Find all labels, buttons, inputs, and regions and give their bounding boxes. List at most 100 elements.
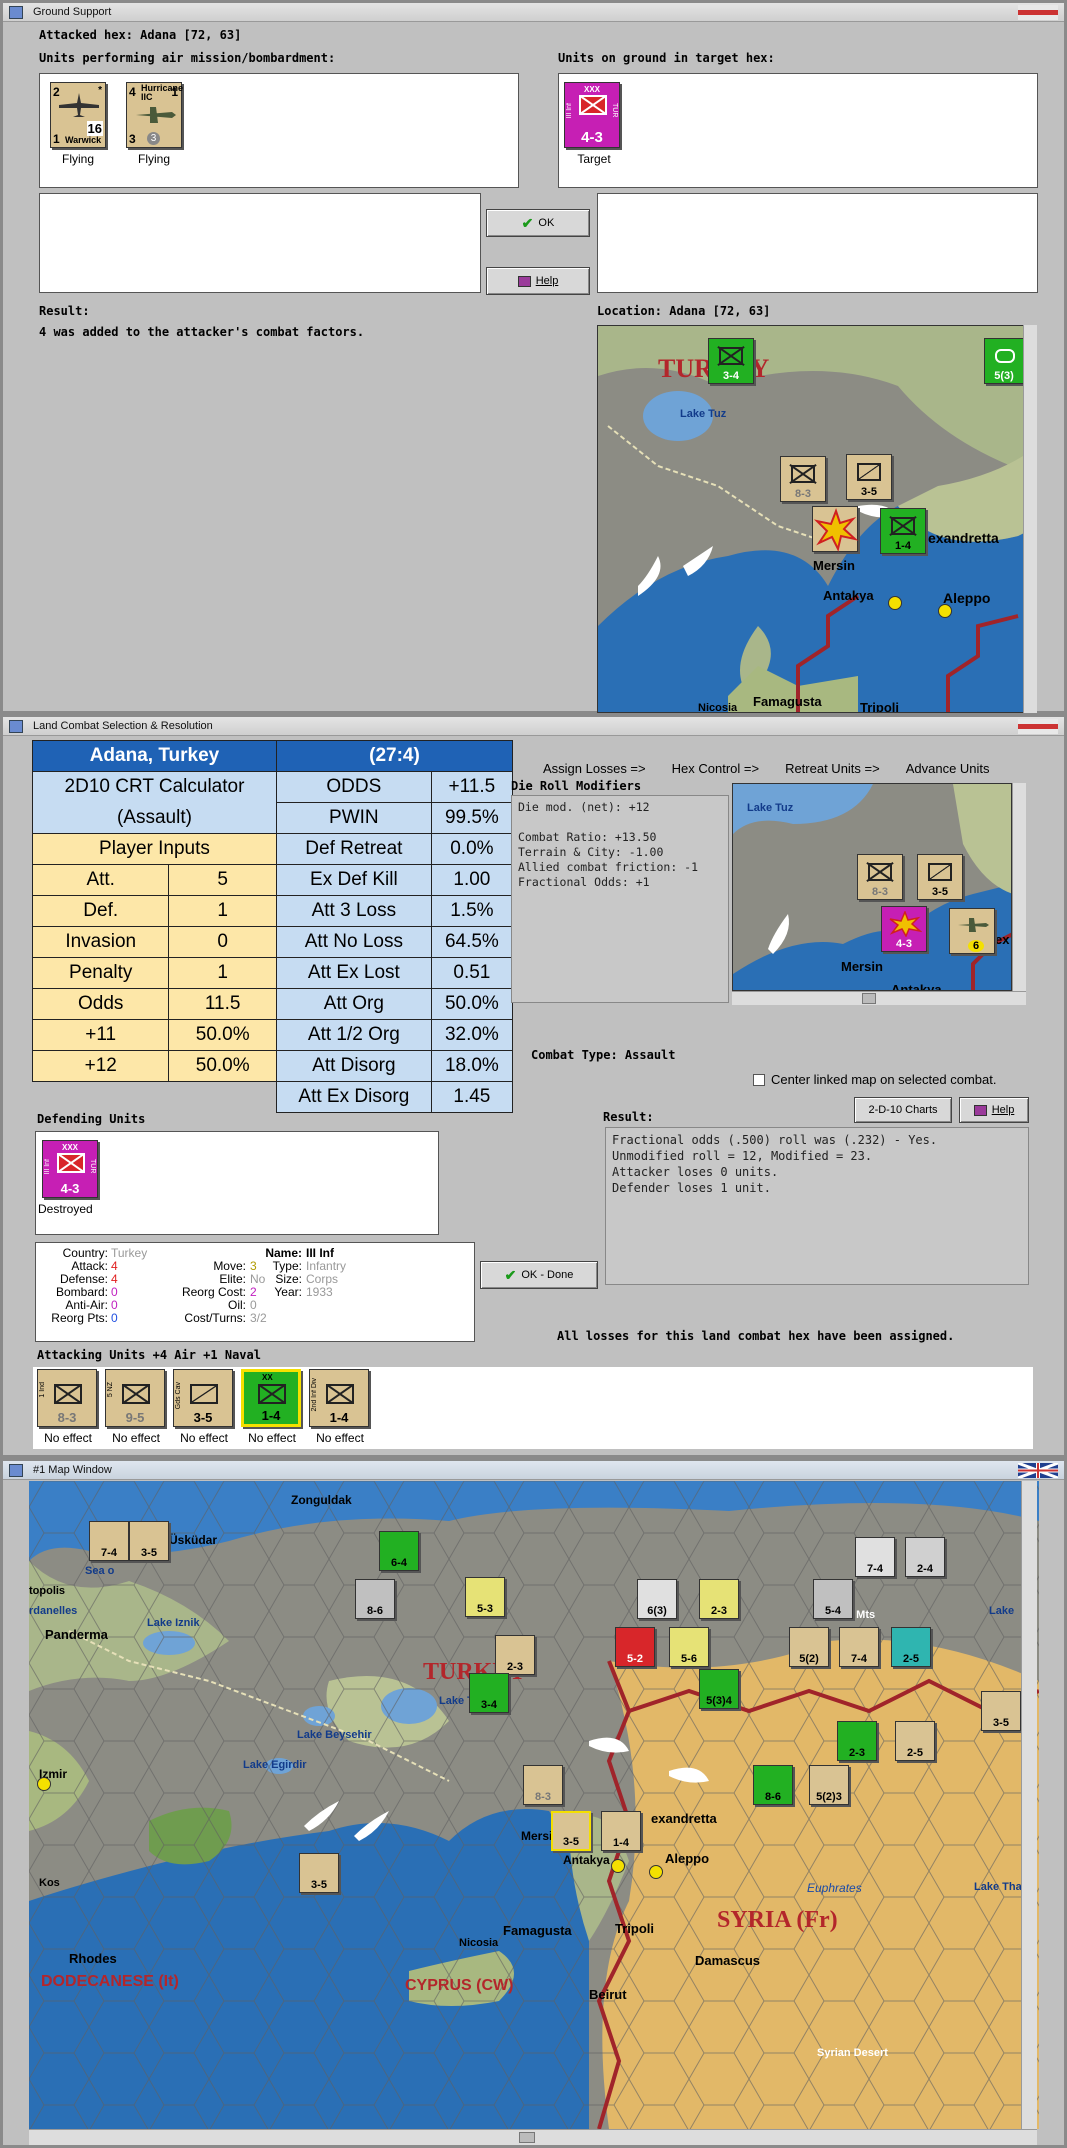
- infantry-icon: [326, 1384, 354, 1404]
- air-notes-panel: [39, 193, 481, 293]
- map-window-titlebar[interactable]: #1 Map Window: [3, 1461, 1064, 1480]
- map-unit-counter[interactable]: 2-5: [891, 1627, 931, 1667]
- land-combat-titlebar[interactable]: Land Combat Selection & Resolution: [3, 717, 1064, 736]
- map-unit-counter[interactable]: 2-5: [895, 1721, 935, 1761]
- combat-linked-map[interactable]: Lake Tuz Mersin Antakya ex 8-3 3-5 4-3 6: [732, 783, 1012, 991]
- map-unit-counter[interactable]: 2-4: [905, 1537, 945, 1577]
- map-unit-counter[interactable]: [812, 506, 859, 552]
- ok-button[interactable]: ✔ OK: [486, 209, 590, 237]
- attacker-unit-counter[interactable]: 2nd Inf Div 1-4: [309, 1369, 369, 1427]
- map-unit-counter[interactable]: 1-4: [601, 1811, 641, 1851]
- unit-strength: 6-4: [391, 1557, 407, 1569]
- unit-strength: 2-5: [907, 1747, 923, 1759]
- unit-strength: 4-3: [60, 1181, 80, 1196]
- result-label: Result:: [603, 1110, 654, 1124]
- phase-step[interactable]: Hex Control =>: [672, 761, 759, 776]
- map-unit-counter[interactable]: 3-5: [299, 1853, 339, 1893]
- crt-calculator: Adana, Turkey (27:4) 2D10 CRT Calculator…: [31, 740, 514, 1113]
- map-lake-label: Lake Tuz: [747, 802, 794, 814]
- map-unit-counter[interactable]: 5-6: [669, 1627, 709, 1667]
- map-unit-counter[interactable]: 2-3: [837, 1721, 877, 1761]
- map-unit-counter[interactable]: 3-5: [981, 1691, 1021, 1731]
- combat-explosion-icon: [813, 508, 859, 552]
- calc-input-value[interactable]: 5: [168, 864, 277, 896]
- help-button[interactable]: Help: [959, 1097, 1029, 1123]
- map-unit-counter[interactable]: 5(2): [789, 1627, 829, 1667]
- help-label: Help: [535, 275, 559, 287]
- map-unit-counter[interactable]: 8-3: [523, 1765, 563, 1805]
- map-vertical-scrollbar[interactable]: [1021, 1481, 1037, 2129]
- map-city-label: exandretta: [651, 1811, 717, 1826]
- attacker-unit-counter[interactable]: 5 NZ 9-5: [105, 1369, 165, 1427]
- map-unit-counter[interactable]: 5(3): [984, 338, 1024, 384]
- map-unit-counter[interactable]: 6-4: [379, 1531, 419, 1571]
- center-map-checkbox[interactable]: Center linked map on selected combat.: [753, 1072, 996, 1087]
- checkbox-box[interactable]: [753, 1073, 765, 1086]
- map-unit-counter[interactable]: 6(3): [637, 1579, 677, 1619]
- help-button[interactable]: Help: [486, 267, 590, 295]
- map-unit-counter[interactable]: 6: [949, 908, 995, 954]
- map-unit-counter[interactable]: 5(2)3: [809, 1765, 849, 1805]
- infantry-icon: [122, 1384, 150, 1404]
- charts-button[interactable]: 2-D-10 Charts: [854, 1097, 952, 1123]
- scrollbar-thumb[interactable]: [519, 2132, 535, 2143]
- map-unit-counter[interactable]: 7-4: [839, 1627, 879, 1667]
- map-unit-counter[interactable]: 5(3)4: [699, 1669, 739, 1709]
- unit-strength: 5-3: [477, 1603, 493, 1615]
- map-unit-counter[interactable]: 8-3: [780, 456, 826, 502]
- check-icon: ✔: [504, 1266, 517, 1283]
- phase-step[interactable]: Advance Units: [906, 761, 990, 776]
- air-unit-counter[interactable]: 2 * 16 1 Warwick: [50, 82, 106, 148]
- flag-icon: [1018, 5, 1058, 20]
- map-unit-counter[interactable]: 8-6: [753, 1765, 793, 1805]
- map-unit-counter[interactable]: 3-5: [917, 854, 963, 900]
- target-unit-counter[interactable]: XXX III Inf TUR 4-3: [564, 82, 620, 148]
- attacker-unit-counter[interactable]: 1 Ind 8-3: [37, 1369, 97, 1427]
- calc-result-label: Att Disorg: [275, 1050, 432, 1082]
- map-lake-label: Lake Egirdir: [243, 1759, 307, 1771]
- map-horizontal-scrollbar[interactable]: [29, 2129, 1037, 2145]
- calc-result-label: ODDS: [275, 771, 432, 803]
- map-vertical-scrollbar[interactable]: [1012, 783, 1026, 991]
- phase-step[interactable]: Assign Losses =>: [543, 761, 646, 776]
- map-unit-counter[interactable]: 5-4: [813, 1579, 853, 1619]
- map-city-label: Famagusta: [753, 694, 822, 709]
- info-value: 3/2: [250, 1311, 267, 1325]
- attacker-unit-counter[interactable]: XX 1-4: [241, 1369, 301, 1427]
- calc-input-value[interactable]: 1: [168, 957, 277, 989]
- unit-strength: 2-3: [849, 1747, 865, 1759]
- map-unit-counter[interactable]: 1-4: [880, 508, 926, 554]
- map-unit-counter[interactable]: 5-2: [615, 1627, 655, 1667]
- map-unit-counter[interactable]: 3-5: [129, 1521, 169, 1561]
- map-unit-counter[interactable]: 4-3: [881, 906, 927, 952]
- calc-result-label: Ex Def Kill: [275, 864, 432, 896]
- air-unit-counter[interactable]: Hurricane IIC 4 1 3 3: [126, 82, 184, 148]
- map-unit-counter[interactable]: 3-4: [469, 1673, 509, 1713]
- calc-result-label: Att 3 Loss: [275, 895, 432, 927]
- map-unit-counter[interactable]: 3-4: [708, 338, 754, 384]
- map-unit-counter[interactable]: 7-4: [89, 1521, 129, 1561]
- map-vertical-scrollbar[interactable]: [1023, 325, 1037, 713]
- calc-input-value[interactable]: 0: [168, 926, 277, 958]
- map-unit-counter[interactable]: 2-3: [699, 1579, 739, 1619]
- map-unit-counter[interactable]: 5-3: [465, 1577, 505, 1617]
- attacker-unit-counter[interactable]: Gds Cav 3-5: [173, 1369, 233, 1427]
- phase-step[interactable]: Retreat Units =>: [785, 761, 880, 776]
- map-unit-counter[interactable]: 2-3: [495, 1635, 535, 1675]
- map-unit-counter[interactable]: 8-3: [857, 854, 903, 900]
- map-unit-counter[interactable]: 3-5: [551, 1811, 591, 1851]
- air-unit-name: Hurricane IIC: [141, 83, 184, 102]
- ground-support-titlebar[interactable]: Ground Support: [3, 3, 1064, 22]
- main-map[interactable]: Zonguldak Üsküdar Sea o topolis rdanelle…: [29, 1481, 1039, 2129]
- map-horizontal-scrollbar[interactable]: [732, 991, 1026, 1005]
- result-text: 4 was added to the attacker's combat fac…: [39, 325, 365, 339]
- defender-unit-counter[interactable]: XXX III Inf TUR 4-3: [42, 1140, 98, 1198]
- map-unit-counter[interactable]: 8-6: [355, 1579, 395, 1619]
- calc-input-value[interactable]: 1: [168, 895, 277, 927]
- map-unit-counter[interactable]: 3-5: [846, 454, 892, 500]
- map-unit-counter[interactable]: 7-4: [855, 1537, 895, 1577]
- location-map[interactable]: TURKEY Lake Tuz Mersin Antakya Aleppo ex…: [597, 325, 1037, 713]
- ok-done-button[interactable]: ✔ OK - Done: [480, 1261, 598, 1289]
- calc-result-value: 0.0%: [430, 833, 514, 865]
- scrollbar-thumb[interactable]: [862, 993, 876, 1004]
